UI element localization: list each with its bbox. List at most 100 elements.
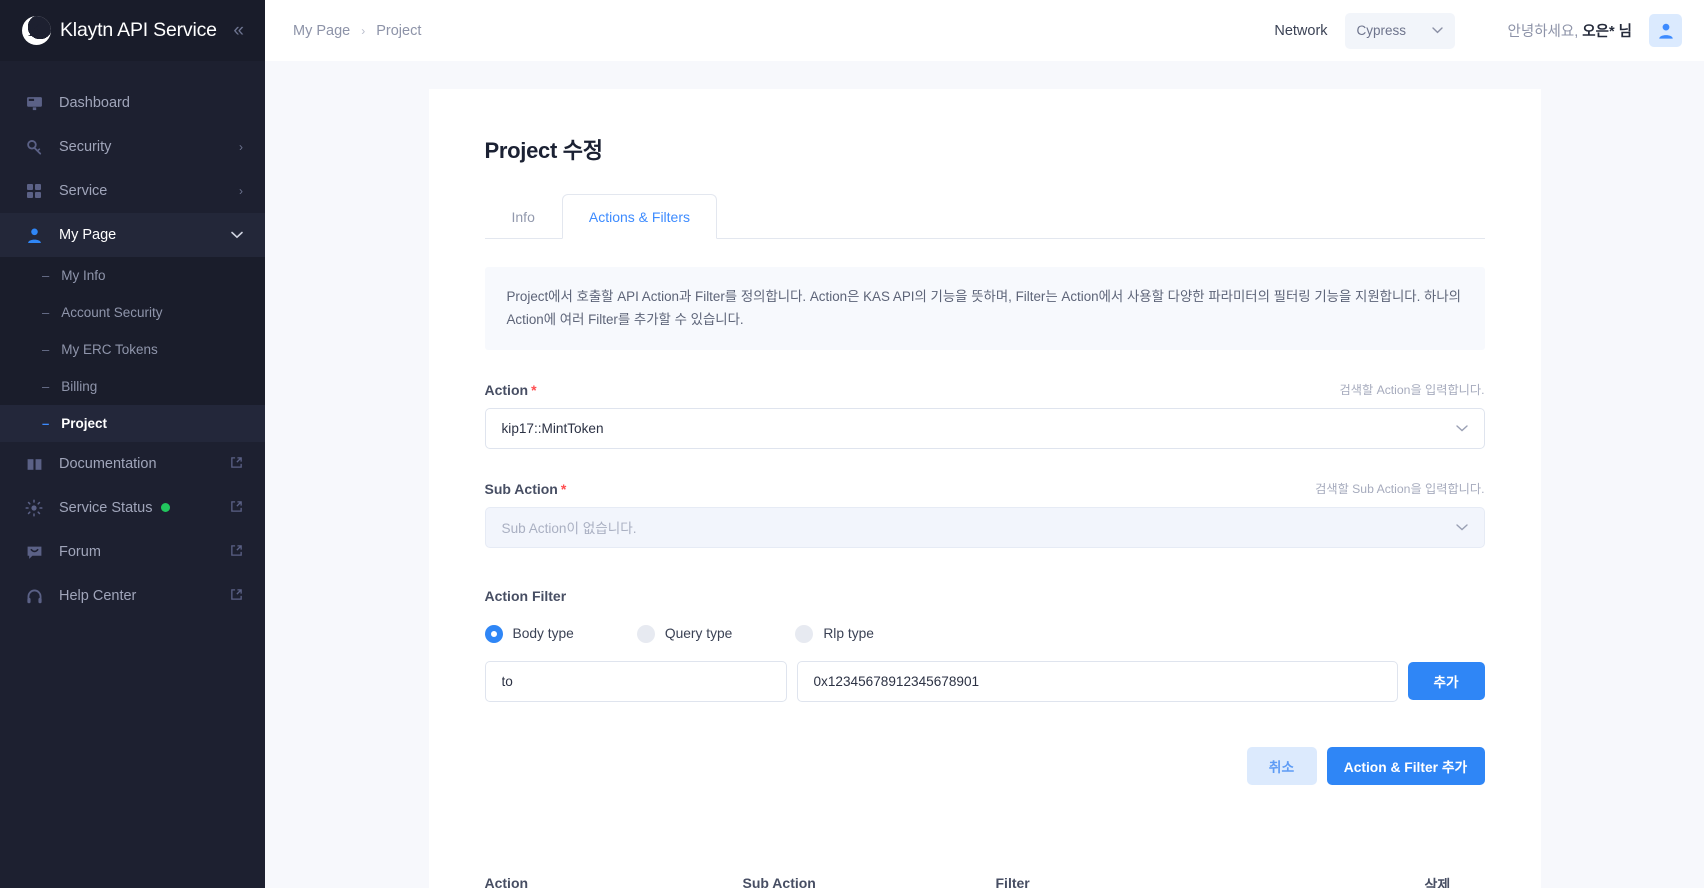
sidebar-nav: Dashboard Security › Service › My Page –… <box>0 61 265 618</box>
sub-action-select[interactable]: Sub Action이 없습니다. <box>484 506 1485 548</box>
action-select[interactable]: kip17::MintToken <box>484 407 1485 449</box>
book-icon <box>24 456 44 473</box>
sidebar-label: Security <box>59 139 112 155</box>
sub-action-hint: 검색할 Sub Action을 입력합니다. <box>1315 481 1485 496</box>
page-title: Project 수정 <box>484 138 603 163</box>
dash-marker: – <box>42 305 50 320</box>
action-label: Action * <box>485 382 537 398</box>
sidebar-label: Account Security <box>61 305 163 320</box>
chat-icon <box>24 544 44 561</box>
sidebar-item-help-center[interactable]: Help Center <box>0 574 265 618</box>
breadcrumb: My Page › Project <box>293 23 421 39</box>
service-status-text: Service Status <box>59 500 153 516</box>
sidebar-label: Billing <box>61 379 98 394</box>
breadcrumb-item-project[interactable]: Project <box>376 23 421 39</box>
column-header-sub-action: Sub Action <box>742 874 816 888</box>
sub-action-field: Sub Action * 검색할 Sub Action을 입력합니다. Sub A… <box>484 479 1485 548</box>
greeting-username: 오은* 님 <box>1582 24 1632 40</box>
tab-bar: Info Actions & Filters <box>484 193 1485 239</box>
sun-icon <box>24 499 44 517</box>
dash-marker: – <box>42 268 50 283</box>
sidebar-label: My ERC Tokens <box>61 342 158 357</box>
sidebar: K Klaytn API Service « Dashboard Securit… <box>0 0 265 888</box>
filters-table-header: Action Sub Action Filter 삭제 <box>485 875 1485 888</box>
sidebar-item-service[interactable]: Service › <box>0 169 265 213</box>
sidebar-item-service-status[interactable]: Service Status <box>0 486 265 530</box>
sidebar-item-dashboard[interactable]: Dashboard <box>0 81 265 125</box>
column-header-delete: 삭제 <box>1424 876 1451 888</box>
sidebar-collapse-icon[interactable]: « <box>233 21 247 40</box>
breadcrumb-item-my-page[interactable]: My Page <box>293 23 350 39</box>
radio-indicator <box>636 624 655 643</box>
chevron-right-icon: › <box>239 184 243 198</box>
sidebar-item-project[interactable]: – Project <box>0 405 265 442</box>
sidebar-item-billing[interactable]: – Billing <box>0 368 265 405</box>
sidebar-item-my-info[interactable]: – My Info <box>0 257 265 294</box>
sidebar-item-documentation[interactable]: Documentation <box>0 442 265 486</box>
project-edit-card: Project 수정 Info Actions & Filters Projec… <box>428 89 1541 888</box>
tab-info[interactable]: Info <box>485 194 562 239</box>
user-avatar-icon <box>1658 23 1673 39</box>
sidebar-item-forum[interactable]: Forum <box>0 530 265 574</box>
chevron-right-icon: › <box>239 140 243 154</box>
dash-marker: – <box>42 416 50 431</box>
sidebar-label: Service Status <box>59 500 215 516</box>
grid-icon <box>24 183 44 199</box>
add-filter-button[interactable]: 추가 <box>1407 662 1485 701</box>
sub-action-label-text: Sub Action <box>484 480 558 497</box>
brand-group: K Klaytn API Service <box>22 16 217 45</box>
sidebar-label: Help Center <box>59 588 137 604</box>
column-header-filter: Filter <box>995 874 1030 888</box>
external-link-icon <box>230 544 243 561</box>
filter-input-row: 추가 <box>484 660 1485 702</box>
radio-body-type[interactable]: Body type <box>484 624 574 643</box>
sub-action-label: Sub Action * <box>485 481 567 497</box>
action-filter-section: Action Filter Body type Query type Rlp t… <box>484 588 1485 702</box>
network-select[interactable]: Cypress <box>1344 12 1455 49</box>
cancel-button[interactable]: 취소 <box>1246 746 1317 785</box>
sidebar-item-my-page[interactable]: My Page <box>0 213 265 257</box>
user-icon <box>24 227 44 244</box>
sidebar-brand: K Klaytn API Service « <box>0 0 265 61</box>
sidebar-label: Dashboard <box>59 95 130 111</box>
sidebar-label: My Info <box>61 268 106 283</box>
avatar[interactable] <box>1649 14 1682 47</box>
chevron-down-icon <box>1431 25 1443 37</box>
sub-action-field-head: Sub Action * 검색할 Sub Action을 입력합니다. <box>485 479 1485 497</box>
radio-indicator <box>795 624 814 643</box>
action-field-head: Action * 검색할 Action을 입력합니다. <box>485 380 1485 398</box>
sidebar-item-my-erc-tokens[interactable]: – My ERC Tokens <box>0 331 265 368</box>
add-action-filter-button[interactable]: Action & Filter 추가 <box>1326 746 1485 785</box>
breadcrumb-separator-icon: › <box>361 23 366 38</box>
radio-query-type[interactable]: Query type <box>636 624 732 643</box>
action-field: Action * 검색할 Action을 입력합니다. kip17::MintTo… <box>484 380 1485 449</box>
sidebar-label: Documentation <box>59 456 157 472</box>
brand-title: Klaytn API Service <box>60 19 217 41</box>
radio-label: Body type <box>512 626 574 642</box>
filter-value-input[interactable] <box>796 660 1398 702</box>
sidebar-label: My Page <box>59 227 117 243</box>
chevron-down-icon <box>231 228 243 242</box>
required-marker: * <box>560 480 567 497</box>
sidebar-label: Service <box>59 183 108 199</box>
radio-rlp-type[interactable]: Rlp type <box>795 624 874 643</box>
app-root: K Klaytn API Service « Dashboard Securit… <box>0 0 1704 888</box>
network-select-value: Cypress <box>1356 23 1407 38</box>
required-marker: * <box>531 381 537 398</box>
headset-icon <box>24 588 44 605</box>
external-link-icon <box>230 500 243 517</box>
greeting-text: 안녕하세요, 오은* 님 <box>1508 20 1632 41</box>
tab-actions-filters[interactable]: Actions & Filters <box>561 194 717 239</box>
top-bar: My Page › Project Network Cypress 안녕하세요,… <box>265 0 1704 61</box>
action-hint: 검색할 Action을 입력합니다. <box>1339 382 1485 397</box>
sidebar-item-security[interactable]: Security › <box>0 125 265 169</box>
sidebar-label: Forum <box>59 544 101 560</box>
external-link-icon <box>230 588 243 605</box>
sidebar-item-account-security[interactable]: – Account Security <box>0 294 265 331</box>
filter-key-input[interactable] <box>484 660 787 702</box>
status-indicator-dot <box>160 503 170 512</box>
action-select-value: kip17::MintToken <box>501 420 604 436</box>
sub-action-placeholder: Sub Action이 없습니다. <box>501 521 637 537</box>
column-header-action: Action <box>484 874 529 888</box>
dash-marker: – <box>42 342 50 357</box>
